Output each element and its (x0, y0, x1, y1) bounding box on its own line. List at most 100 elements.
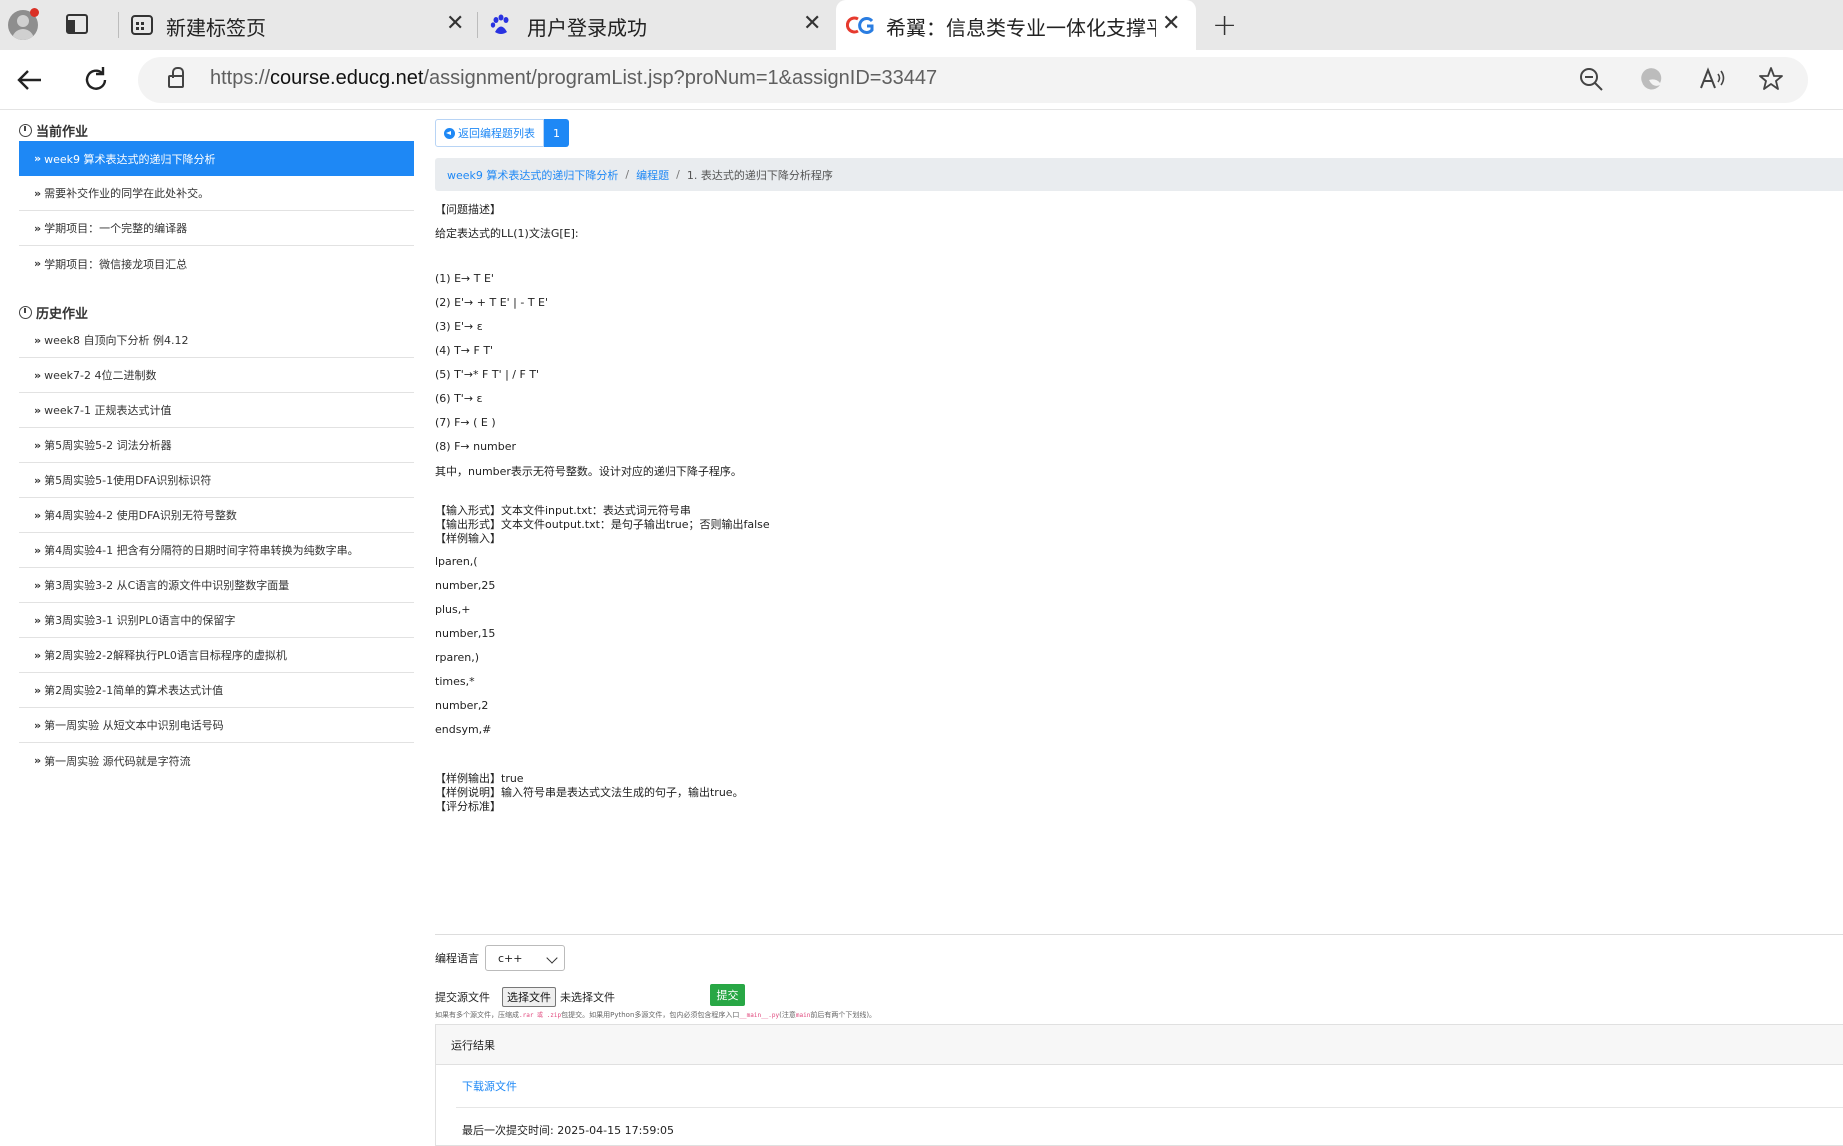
new-tab-button[interactable]: + (1212, 8, 1237, 43)
arrow-left-circle-icon (444, 127, 455, 139)
sidebar-item-history[interactable]: » 第5周实验5-1使用DFA识别标识符 (19, 463, 414, 498)
double-chevron-icon: » (34, 648, 42, 662)
language-label: 编程语言 (435, 952, 479, 965)
tab-separator (118, 12, 119, 38)
history-assignments-heading: 历史作业 (19, 293, 414, 323)
sidebar-item-history[interactable]: » 第4周实验4-2 使用DFA识别无符号整数 (19, 498, 414, 533)
divider (435, 934, 1843, 935)
notification-dot-icon (30, 8, 39, 17)
double-chevron-icon: » (34, 508, 42, 522)
tab-separator (477, 12, 478, 38)
chevron-down-icon (546, 952, 558, 964)
back-toolbar: 返回编程题列表 1 (435, 119, 569, 147)
breadcrumb-separator: / (625, 168, 630, 181)
desc-line: number,2 (435, 699, 489, 712)
close-tab-icon[interactable]: ✕ (446, 11, 464, 36)
upload-hint: 如果有多个源文件，压缩成.rar 或 .zip包提交。如果用Python多源文件… (435, 1011, 877, 1019)
breadcrumb-current: 1. 表达式的递归下降分析程序 (686, 168, 833, 182)
file-label: 提交源文件 (435, 991, 490, 1004)
desc-line: rparen,) (435, 651, 480, 664)
file-row: 提交源文件 选择文件 未选择文件 提交 (435, 984, 745, 1007)
desc-line: (5) T'→* F T' | / F T' (435, 368, 540, 381)
double-chevron-icon: » (34, 221, 42, 235)
submit-button[interactable]: 提交 (710, 984, 745, 1006)
desc-line: (7) F→ ( E ) (435, 416, 496, 429)
close-tab-icon[interactable]: ✕ (1162, 11, 1180, 36)
desc-line: 【样例输入】 (435, 532, 501, 545)
desc-line: (6) T'→ ε (435, 392, 483, 405)
browser-tab-strip: 新建标签页 ✕ 用户登录成功 ✕ 希翼：信息类专业一体化支撑平台 ✕ + (0, 0, 1843, 50)
desc-line: plus,+ (435, 603, 471, 616)
desc-line: 【问题描述】 (435, 203, 501, 216)
page-number-button[interactable]: 1 (544, 119, 569, 147)
desc-line: endsym,# (435, 723, 492, 736)
sidebar-item-history[interactable]: » week8 自顶向下分析 例4.12 (19, 323, 414, 358)
double-chevron-icon: » (34, 543, 42, 557)
assignment-sidebar: 当前作业 » week9 算术表达式的递归下降分析 » 需要补交作业的同学在此处补交… (19, 111, 414, 778)
breadcrumb-separator: / (676, 168, 680, 181)
sidebar-item-week9[interactable]: » week9 算术表达式的递归下降分析 (19, 141, 414, 176)
double-chevron-icon: » (34, 578, 42, 592)
desc-line: (2) E'→ + T E' | - T E' (435, 296, 549, 309)
sidebar-item-history[interactable]: » 第3周实验3-1 识别PL0语言中的保留字 (19, 603, 414, 638)
double-chevron-icon: » (34, 186, 42, 200)
desc-line: (1) E→ T E' (435, 272, 494, 285)
desc-line: 给定表达式的LL(1)文法G[E]: (435, 227, 579, 240)
double-chevron-icon: » (34, 473, 42, 487)
double-chevron-icon: » (34, 718, 42, 732)
desc-line: (8) F→ number (435, 440, 517, 453)
baidu-paw-icon (490, 14, 509, 34)
address-bar-row: https://course.educg.net/assignment/prog… (0, 50, 1843, 110)
url-text[interactable]: https://course.educg.net/assignment/prog… (210, 67, 937, 90)
read-aloud-icon[interactable] (1698, 66, 1726, 98)
sidebar-item-history[interactable]: » 第2周实验2-2解释执行PL0语言目标程序的虚拟机 (19, 638, 414, 673)
result-title: 运行结果 (436, 1025, 1843, 1065)
double-chevron-icon: » (34, 613, 42, 627)
desc-line: times,* (435, 675, 475, 688)
double-chevron-icon: » (34, 438, 42, 452)
tab-label: 希翼：信息类专业一体化支撑平台 (886, 16, 1156, 40)
desc-line: 【评分标准】 (435, 800, 501, 813)
breadcrumb-programming-link[interactable]: 编程题 (636, 167, 669, 183)
tab-new-tab[interactable]: 新建标签页 ✕ (118, 0, 476, 50)
no-file-text: 未选择文件 (560, 991, 615, 1004)
breadcrumb-week9-link[interactable]: week9 算术表达式的递归下降分析 (447, 167, 618, 183)
tab-actions-icon[interactable] (66, 14, 88, 34)
sidebar-item-history[interactable]: » 第2周实验2-1简单的算术表达式计值 (19, 673, 414, 708)
back-to-list-button[interactable]: 返回编程题列表 (435, 119, 544, 147)
tab-login-success[interactable]: 用户登录成功 ✕ (477, 0, 835, 50)
reload-icon[interactable] (80, 64, 112, 96)
sidebar-item-history[interactable]: » 第一周实验 源代码就是字符流 (19, 743, 414, 778)
edge-copilot-icon[interactable] (1638, 66, 1664, 98)
desc-line: number,15 (435, 627, 496, 640)
lock-icon[interactable] (168, 67, 184, 88)
sidebar-item-wechat-project[interactable]: » 学期项目：微信接龙项目汇总 (19, 246, 414, 281)
current-assignments-heading: 当前作业 (19, 111, 414, 141)
double-chevron-icon: » (34, 368, 42, 382)
divider (456, 1107, 1843, 1108)
sidebar-item-compiler-project[interactable]: » 学期项目：一个完整的编译器 (19, 211, 414, 246)
favorite-star-icon[interactable] (1758, 66, 1784, 98)
sidebar-item-resubmit[interactable]: » 需要补交作业的同学在此处补交。 (19, 176, 414, 211)
desc-line: 其中，number表示无符号整数。设计对应的递归下降子程序。 (435, 465, 742, 478)
back-icon[interactable] (14, 64, 46, 96)
tab-label: 用户登录成功 (527, 16, 647, 40)
language-select[interactable]: c++ (485, 945, 565, 971)
page-content: 当前作业 » week9 算术表达式的递归下降分析 » 需要补交作业的同学在此处补交… (0, 111, 1843, 1146)
zoom-out-icon[interactable] (1578, 66, 1604, 98)
sidebar-item-history[interactable]: » 第5周实验5-2 词法分析器 (19, 428, 414, 463)
sidebar-item-history[interactable]: » 第4周实验4-1 把含有分隔符的日期时间字符串转换为纯数字串。 (19, 533, 414, 568)
breadcrumb: week9 算术表达式的递归下降分析 / 编程题 / 1. 表达式的递归下降分析… (435, 158, 1843, 191)
choose-file-button[interactable]: 选择文件 (502, 987, 556, 1007)
sidebar-item-history[interactable]: » 第3周实验3-2 从C语言的源文件中识别整数字面量 (19, 568, 414, 603)
sidebar-item-history[interactable]: » 第一周实验 从短文本中识别电话号码 (19, 708, 414, 743)
new-tab-page-icon (131, 15, 153, 35)
tab-educg-active[interactable]: 希翼：信息类专业一体化支撑平台 ✕ (836, 0, 1196, 50)
desc-line: (3) E'→ ε (435, 320, 483, 333)
download-source-link[interactable]: 下载源文件 (462, 1078, 517, 1094)
address-field[interactable]: https://course.educg.net/assignment/prog… (138, 57, 1808, 103)
double-chevron-icon: » (34, 152, 42, 165)
sidebar-item-history[interactable]: » week7-2 4位二进制数 (19, 358, 414, 393)
sidebar-item-history[interactable]: » week7-1 正规表达式计值 (19, 393, 414, 428)
close-tab-icon[interactable]: ✕ (803, 11, 821, 36)
